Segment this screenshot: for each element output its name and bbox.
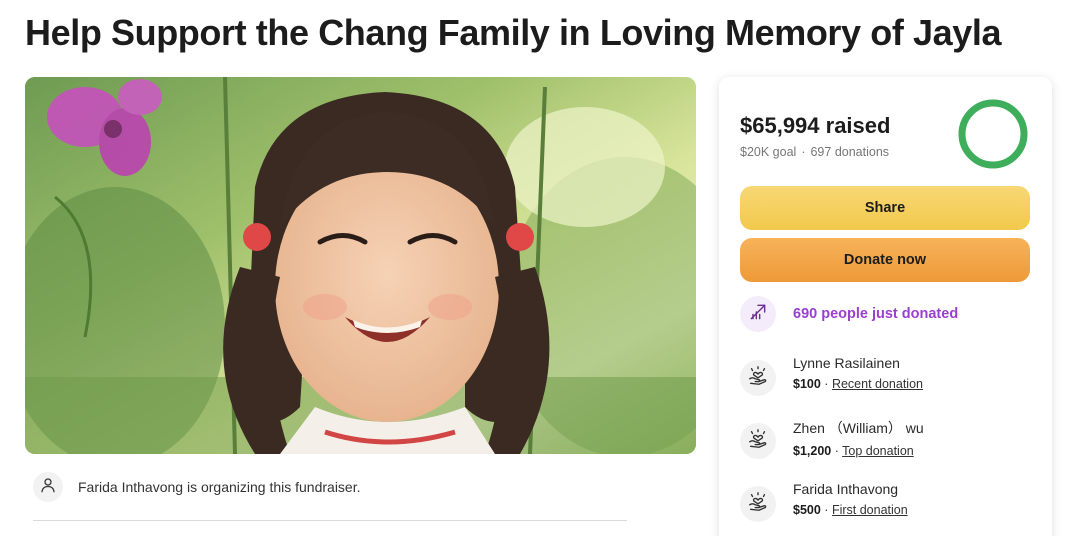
goal-amount: $20K goal — [740, 145, 797, 159]
donor-name: Farida Inthavong — [793, 481, 899, 497]
recent-donation-link[interactable]: Recent donation — [832, 377, 923, 391]
amount-raised: $65,994 raised — [740, 113, 891, 138]
separator-dot: · — [824, 503, 829, 517]
progress-ring-fill — [958, 99, 1028, 169]
recent-activity-row: 690 people just donated — [740, 296, 958, 332]
donor-avatar — [740, 423, 776, 459]
heart-hand-icon — [747, 491, 769, 518]
recent-activity-text: 690 people just donated — [793, 306, 959, 322]
donor-item: Lynne Rasilainen $100 · Recent donation — [740, 355, 923, 396]
donor-item: Farida Inthavong $500 · First donation — [740, 481, 908, 522]
heart-hand-icon — [747, 365, 769, 392]
donor-item: Zhen （William） wu $1,200 · Top donation — [740, 418, 924, 459]
donor-amount: $1,200 — [793, 444, 832, 458]
organizer-text: Farida Inthavong is organizing this fund… — [78, 479, 361, 495]
separator-dot: · — [824, 377, 829, 391]
donor-name: Lynne Rasilainen — [793, 355, 900, 371]
heart-hand-icon — [747, 428, 769, 455]
donor-meta: $100 · Recent donation — [793, 377, 923, 391]
top-donation-link[interactable]: Top donation — [842, 444, 914, 458]
donate-now-button[interactable]: Donate now — [740, 238, 1030, 282]
first-donation-link[interactable]: First donation — [832, 503, 908, 517]
separator-dot: · — [801, 145, 806, 159]
progress-ring — [956, 97, 1030, 171]
page-title: Help Support the Chang Family in Loving … — [25, 12, 1002, 53]
donor-name: Zhen （William） wu — [793, 420, 924, 436]
donor-meta: $500 · First donation — [793, 503, 908, 517]
donations-count: 697 donations — [810, 145, 890, 159]
divider — [33, 520, 627, 521]
donor-amount: $500 — [793, 503, 821, 517]
donor-avatar — [740, 486, 776, 522]
share-button[interactable]: Share — [740, 186, 1030, 230]
donor-amount: $100 — [793, 377, 821, 391]
donor-meta: $1,200 · Top donation — [793, 444, 924, 458]
organizer-avatar — [33, 472, 63, 502]
separator-dot: · — [834, 444, 839, 458]
child-photo-illustration — [25, 77, 696, 454]
donor-avatar — [740, 360, 776, 396]
user-icon — [39, 476, 57, 499]
goal-summary: $20K goal · 697 donations — [740, 145, 889, 159]
trending-up-icon — [748, 302, 768, 327]
organizer-row: Farida Inthavong is organizing this fund… — [33, 472, 361, 502]
trend-circle — [740, 296, 776, 332]
fundraiser-photo[interactable] — [25, 77, 696, 454]
donation-card: $65,994 raised $20K goal · 697 donations S… — [719, 77, 1052, 536]
